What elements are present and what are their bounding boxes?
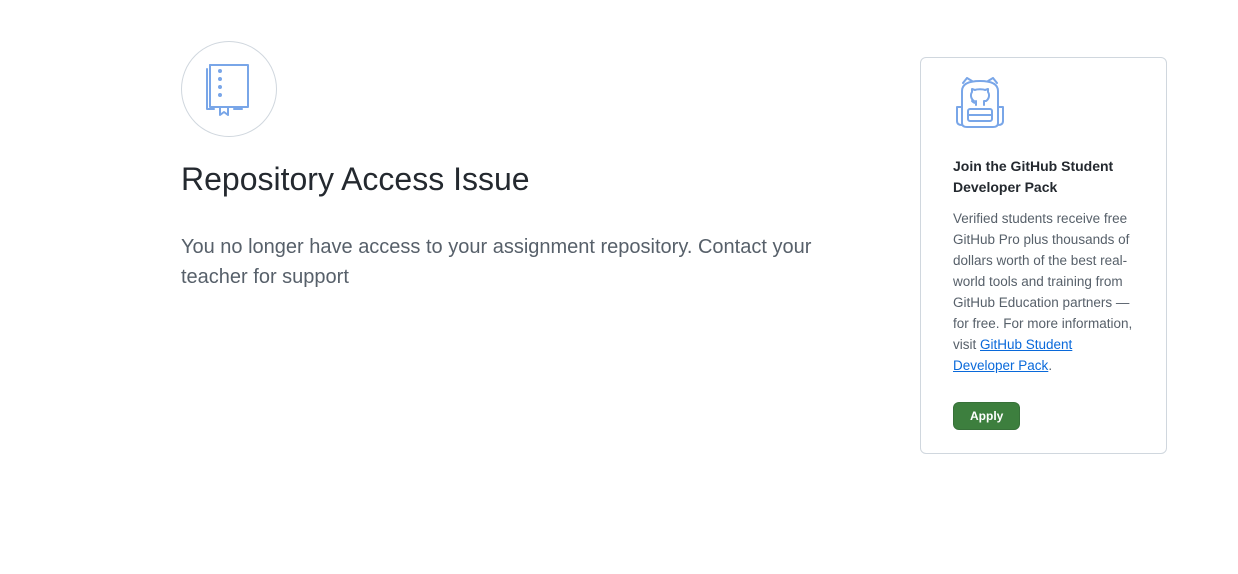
card-body-text: Verified students receive free GitHub Pr… bbox=[953, 211, 1133, 352]
page-title: Repository Access Issue bbox=[181, 161, 530, 197]
repo-icon-circle bbox=[181, 41, 277, 137]
backpack-icon bbox=[956, 77, 1004, 128]
card-body-end: . bbox=[1048, 358, 1053, 373]
main-content: Repository Access Issue You no longer ha… bbox=[181, 41, 841, 292]
apply-button[interactable]: Apply bbox=[953, 402, 1021, 430]
access-message: You no longer have access to your assign… bbox=[181, 236, 812, 288]
student-pack-card: Join the GitHub Student Developer Pack V… bbox=[920, 57, 1167, 454]
repo-book-icon bbox=[206, 64, 249, 116]
card-description: Verified students receive free GitHub Pr… bbox=[953, 208, 1134, 376]
card-title: Join the GitHub Student Developer Pack bbox=[953, 158, 1114, 195]
